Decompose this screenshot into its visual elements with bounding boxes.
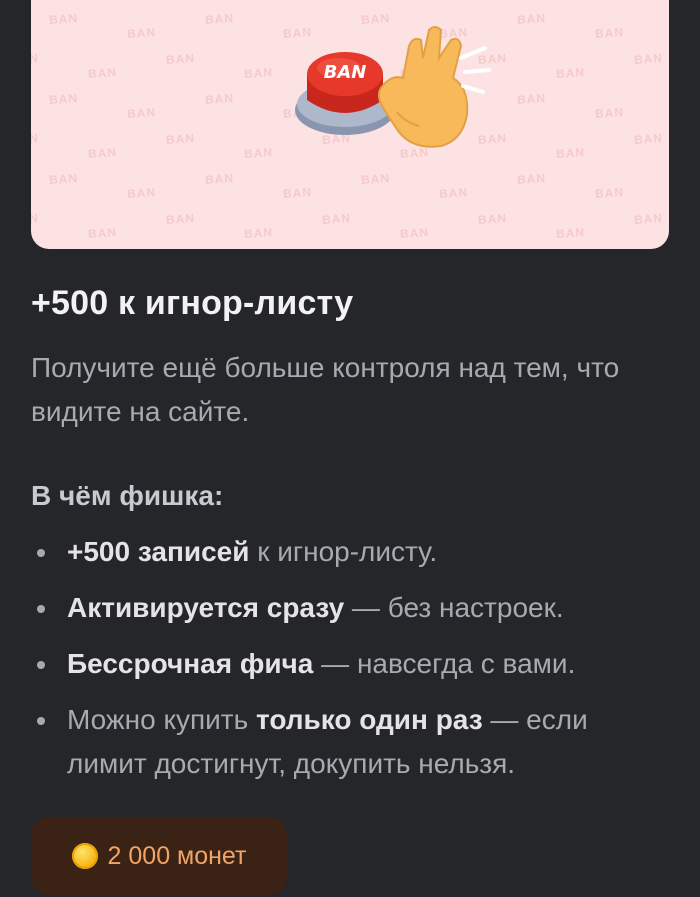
feature-text: — без настроек.: [344, 592, 564, 623]
product-title: +500 к игнор-листу: [31, 284, 354, 322]
ban-pattern-text: BAN: [516, 11, 547, 27]
ban-pattern-text: BAN: [633, 131, 664, 147]
ban-pattern-text: BAN: [87, 65, 118, 81]
ban-pattern-text: BAN: [87, 145, 118, 161]
ban-pattern-text: BAN: [87, 225, 118, 241]
ban-pattern-text: BAN: [31, 51, 40, 67]
ban-pattern-text: BAN: [165, 51, 196, 67]
price-label: 2 000 монет: [107, 841, 247, 870]
coin-icon: [71, 843, 98, 869]
ban-pattern-text: BAN: [282, 185, 313, 201]
ban-pattern-text: BAN: [48, 11, 79, 27]
ban-pattern-text: BAN: [126, 185, 157, 201]
ban-pattern-text: BAN: [204, 91, 235, 107]
ban-pattern-text: BAN: [321, 211, 352, 227]
ban-pattern-text: BAN: [438, 185, 469, 201]
ban-pattern-text: BAN: [555, 225, 586, 241]
ban-pattern-text: BAN: [204, 171, 235, 187]
ban-button-hand-illustration: BAN: [295, 26, 491, 148]
features-heading: В чём фишка:: [31, 480, 224, 511]
ban-pattern-text: BAN: [204, 11, 235, 27]
ban-pattern-text: BAN: [31, 211, 40, 227]
feature-bold: Активируется сразу: [67, 592, 345, 623]
ban-pattern-text: BAN: [594, 25, 625, 41]
ban-pattern-text: BAN: [48, 171, 79, 187]
ban-pattern-text: BAN: [165, 211, 196, 227]
ban-pattern-text: BAN: [555, 65, 586, 81]
ban-pattern-text: BAN: [516, 91, 547, 107]
ban-pattern-text: BAN: [633, 51, 664, 67]
buy-button[interactable]: 2 000 монет: [31, 817, 287, 895]
features-list: +500 записей к игнор-листу. Активируется…: [31, 530, 671, 798]
feature-item: Бессрочная фича — навсегда с вами.: [31, 642, 671, 686]
ban-pattern-text: BAN: [594, 105, 625, 121]
ban-pattern-text: BAN: [516, 171, 547, 187]
ban-pattern-text: BAN: [594, 185, 625, 201]
feature-bold: только один раз: [256, 704, 483, 735]
feature-bold: Бессрочная фича: [67, 648, 314, 679]
feature-bold: +500 записей: [67, 536, 250, 567]
ban-pattern-text: BAN: [243, 225, 274, 241]
ban-pattern-text: BAN: [477, 211, 508, 227]
feature-text: к игнор-листу.: [249, 536, 438, 567]
ban-button-label: BAN: [324, 62, 367, 83]
ban-pattern-text: BAN: [165, 131, 196, 147]
ban-pattern-text: BAN: [126, 105, 157, 121]
feature-item: Можно купить только один раз — если лими…: [31, 698, 671, 786]
ban-pattern-text: BAN: [31, 131, 40, 147]
feature-item: +500 записей к игнор-листу.: [31, 530, 671, 574]
ban-pattern-text: BAN: [633, 211, 664, 227]
ban-pattern-text: BAN: [555, 145, 586, 161]
ban-pattern-text: BAN: [360, 171, 391, 187]
product-description: Получите ещё больше контроля над тем, чт…: [31, 352, 620, 427]
feature-text-pre: Можно купить: [67, 704, 256, 735]
ban-pattern-text: BAN: [126, 25, 157, 41]
ban-pattern-text: BAN: [399, 225, 430, 241]
product-banner: BAN BAN BAN BAN BAN BAN BAN BAN BAN BAN BAN BAN BAN B…: [31, 0, 669, 249]
feature-text: — навсегда с вами.: [313, 648, 576, 679]
feature-item: Активируется сразу — без настроек.: [31, 586, 671, 630]
ban-pattern-text: BAN: [48, 91, 79, 107]
